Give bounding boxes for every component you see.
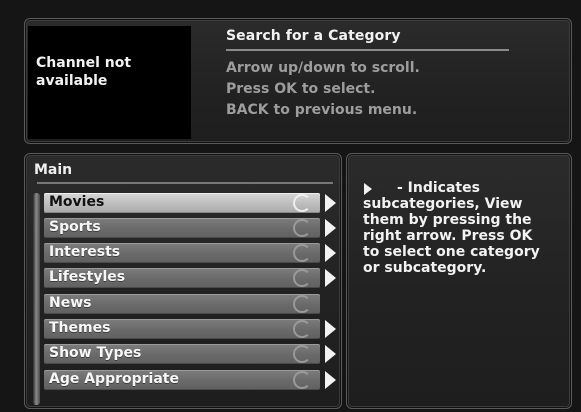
- page-title: Search for a Category: [226, 28, 401, 44]
- category-label: Themes: [49, 320, 111, 336]
- spinner-icon: [293, 295, 311, 313]
- info-line-6: or subcategory.: [363, 260, 487, 276]
- spinner-icon: [293, 371, 311, 389]
- help-info-panel: - Indicates subcategories, View them by …: [346, 153, 572, 409]
- info-line-4: right arrow. Press OK: [363, 228, 533, 244]
- spinner-icon: [293, 194, 311, 212]
- spinner-icon: [293, 244, 311, 262]
- right-arrow-icon[interactable]: [325, 371, 336, 389]
- info-line-3: them by pressing the: [363, 212, 532, 228]
- right-arrow-icon[interactable]: [325, 345, 336, 363]
- help-text-select: Press OK to select.: [226, 81, 376, 97]
- category-menu-panel: Main Movies Sports Interests Lifestyles …: [24, 153, 342, 409]
- category-label: Show Types: [49, 345, 142, 361]
- category-sports[interactable]: Sports: [44, 218, 336, 238]
- category-age-appropriate[interactable]: Age Appropriate: [44, 370, 336, 390]
- right-arrow-icon[interactable]: [325, 320, 336, 338]
- menu-title: Main: [34, 162, 73, 178]
- right-arrow-icon[interactable]: [325, 269, 336, 287]
- help-text-back: BACK to previous menu.: [226, 102, 418, 118]
- category-label: Lifestyles: [49, 269, 126, 285]
- category-lifestyles[interactable]: Lifestyles: [44, 268, 336, 288]
- category-show-types[interactable]: Show Types: [44, 344, 336, 364]
- category-label: News: [49, 295, 92, 311]
- spinner-icon: [293, 219, 311, 237]
- category-movies[interactable]: Movies: [44, 193, 336, 213]
- info-line-1: - Indicates: [397, 180, 480, 196]
- category-news[interactable]: News: [44, 294, 320, 314]
- category-label: Movies: [49, 194, 105, 210]
- spinner-icon: [293, 269, 311, 287]
- menu-scrollbar[interactable]: [33, 193, 40, 405]
- info-line-5: to select one category: [363, 244, 540, 260]
- spinner-icon: [293, 345, 311, 363]
- category-label: Interests: [49, 244, 121, 260]
- category-interests[interactable]: Interests: [44, 243, 336, 263]
- right-arrow-icon[interactable]: [325, 244, 336, 262]
- right-arrow-icon[interactable]: [325, 194, 336, 212]
- help-text-scroll: Arrow up/down to scroll.: [226, 60, 420, 76]
- info-line-2: subcategories, View: [363, 196, 523, 212]
- category-themes[interactable]: Themes: [44, 319, 336, 339]
- video-preview: Channel not available: [28, 26, 191, 139]
- category-label: Sports: [49, 219, 101, 235]
- right-arrow-icon[interactable]: [325, 219, 336, 237]
- top-panel: Channel not available Search for a Categ…: [24, 18, 572, 144]
- menu-divider: [37, 182, 333, 184]
- title-divider: [226, 49, 509, 51]
- category-label: Age Appropriate: [49, 371, 179, 387]
- video-message: Channel not available: [36, 55, 132, 89]
- right-arrow-icon: [364, 183, 372, 195]
- spinner-icon: [293, 320, 311, 338]
